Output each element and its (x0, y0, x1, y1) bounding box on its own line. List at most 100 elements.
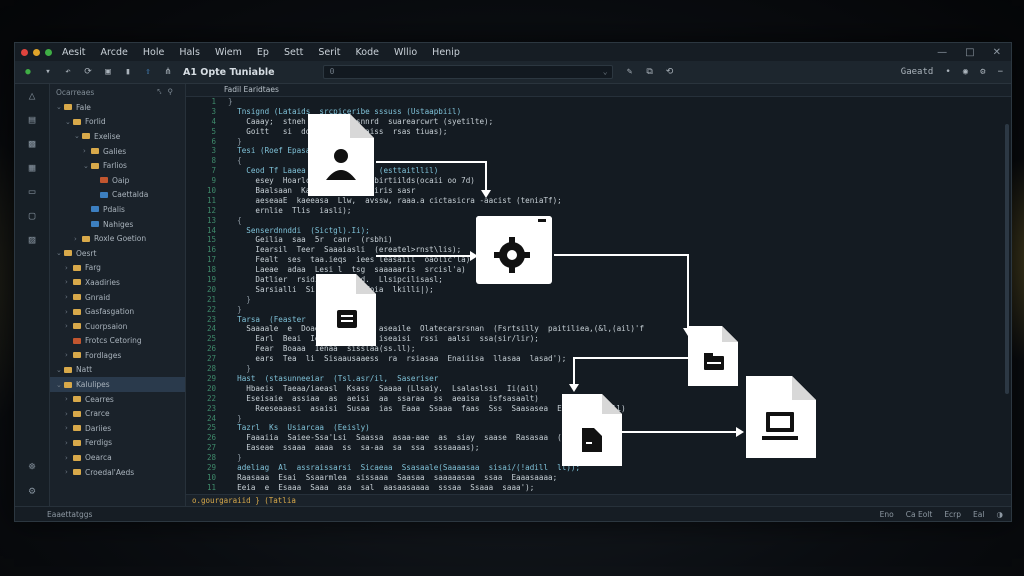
chevron-right-icon[interactable]: › (74, 235, 82, 243)
chevron-right-icon[interactable]: › (65, 322, 73, 330)
tree-item[interactable]: › Cuorpsaion (50, 319, 185, 334)
database-icon[interactable]: ▤ (15, 108, 49, 132)
code-line[interactable]: Earl Beai Iesaaaa aaie iseaisi rssi aals… (228, 334, 997, 344)
chevron-down-icon[interactable]: ⌄ (83, 162, 91, 170)
status-item[interactable]: Ecrp (944, 510, 961, 519)
restore-icon[interactable]: □ (965, 47, 974, 58)
menu-item[interactable]: Hals (179, 47, 200, 58)
menu-item[interactable]: Serit (318, 47, 340, 58)
tree-item[interactable]: › Cearres (50, 392, 185, 407)
tree-item[interactable]: ⌄ Fale (50, 100, 185, 115)
tree-item[interactable]: › Xaadiries (50, 275, 185, 290)
explorer-icon[interactable]: △ (15, 84, 49, 108)
tree-item[interactable]: › Croedal'Aeds (50, 465, 185, 480)
chevron-right-icon[interactable]: › (83, 147, 91, 155)
minimize-icon[interactable]: — (937, 47, 947, 58)
tree-item[interactable]: › Gasfasgation (50, 304, 185, 319)
tree-item[interactable]: Caettalda (50, 188, 185, 203)
chevron-right-icon[interactable]: › (65, 454, 73, 462)
code-line[interactable]: aeseaaE kaeeasa Llw, avssw, raaa.a cicta… (228, 196, 997, 206)
settings-icon[interactable]: ⚙ (15, 479, 49, 503)
chevron-right-icon[interactable]: › (65, 468, 73, 476)
code-line[interactable]: Fear Boaaa Ienaa sisslaa(ss.ll); (228, 344, 997, 354)
chevron-down-icon[interactable]: ⌄ (603, 66, 608, 78)
tree-item[interactable]: › Ferdigs (50, 436, 185, 451)
code-line[interactable]: Easeae ssaaa aaaa ss sa-aa sa ssa sssaaa… (228, 443, 997, 453)
profile-label[interactable]: Gaeatd (901, 67, 934, 77)
code-line[interactable]: Hast (stasunneeiar (Tsl.asr/il, Saserise… (228, 374, 997, 384)
tree-item[interactable]: ⌄ Farlios (50, 158, 185, 173)
menu-item[interactable]: Aesit (62, 47, 86, 58)
menu-item[interactable]: Kode (356, 47, 379, 58)
debug-icon[interactable]: ▢ (15, 204, 49, 228)
tree-item[interactable]: › Crarce (50, 406, 185, 421)
code-line[interactable]: { (228, 156, 997, 166)
code-line[interactable]: Tarsa (Feaster (Stilaz, (228, 315, 997, 325)
search-input[interactable]: 0 ⌄ (322, 65, 613, 79)
chevron-right-icon[interactable]: › (65, 395, 73, 403)
editor-tab[interactable]: Fadil Earidtaes (186, 84, 1011, 97)
chevron-right-icon[interactable]: › (65, 410, 73, 418)
status-item[interactable]: Ca Eolt (906, 510, 933, 519)
tree-item[interactable]: Pdalis (50, 202, 185, 217)
upload-icon[interactable]: ⇧ (141, 67, 155, 77)
tree-item[interactable]: Oaip (50, 173, 185, 188)
chevron-down-icon[interactable]: ⌄ (56, 249, 64, 257)
code-line[interactable]: Senserdnnddi (Sictgl).Ii); (228, 226, 997, 236)
code-line[interactable]: ears Tea li Sisaausaaess ra rsiasaa Enai… (228, 354, 997, 364)
code-line[interactable]: Iearsil Teer Saaaiasli (ereatel>rnst\lis… (228, 245, 997, 255)
chevron-down-icon[interactable]: ⌄ (56, 103, 64, 111)
code-line[interactable]: Eseisaie assiaa as aeisi aa ssaraa ss ae… (228, 394, 997, 404)
code-line[interactable]: } (228, 364, 997, 374)
tree-item[interactable]: ⌄ Exelise (50, 129, 185, 144)
code-line[interactable]: } (228, 295, 997, 305)
chevron-down-icon[interactable]: ⌄ (74, 132, 82, 140)
code-editor[interactable]: Fadil Earidtaes 1 3 4 5 6 3 8 7 9 10 11 12 13 14 15 16 1… (186, 84, 1011, 507)
code-line[interactable]: Saaaale e Doaea (ssrrrse aseaile Olateca… (228, 324, 997, 334)
chevron-right-icon[interactable]: › (65, 424, 73, 432)
save-icon[interactable]: ▣ (101, 67, 115, 77)
copy-icon[interactable]: ⧉ (643, 67, 657, 77)
code-line[interactable]: Reeseaaasi asaisi Susaa ias Eaaa Ssaaa f… (228, 404, 997, 414)
tree-item[interactable]: ⌄ Forlid (50, 115, 185, 130)
chevron-down-icon[interactable]: ⌄ (56, 366, 64, 374)
bell-icon[interactable]: ◑ (996, 510, 1003, 519)
tree-item[interactable]: ⌄ Natt (50, 363, 185, 378)
tree-item[interactable]: Frotcs Cetoring (50, 334, 185, 349)
code-line[interactable]: } (228, 305, 997, 315)
grid-icon[interactable]: ▦ (15, 156, 49, 180)
code-line[interactable]: } (228, 414, 997, 424)
code-line[interactable]: ernlie Tlis iasli); (228, 206, 997, 216)
code-line[interactable]: } (228, 97, 997, 107)
maximize-dot-icon[interactable] (45, 48, 52, 56)
tree-item[interactable]: › Fordlages (50, 348, 185, 363)
code-area[interactable]: } Tnsignd (Lataids srcpiceribe sssuss (U… (228, 97, 997, 495)
undo-icon[interactable]: ↶ (61, 67, 75, 77)
close-icon[interactable]: ✕ (993, 47, 1001, 58)
branch-icon[interactable]: ⋔ (161, 67, 175, 77)
tree-item[interactable]: › Farg (50, 261, 185, 276)
terminal-icon[interactable]: ▨ (15, 228, 49, 252)
code-line[interactable]: Caaay; stneh wass lesnnrd suarearcwrt (s… (228, 117, 997, 127)
code-line[interactable]: Faaaiia Saiee-Ssa'Lsi Saassa asaa-aae as… (228, 433, 997, 443)
code-line[interactable]: { (228, 216, 997, 226)
code-line[interactable]: Ceod Tf Laaea aRGs ixcaisd (esttaitllil) (228, 166, 997, 176)
chevron-right-icon[interactable]: › (65, 351, 73, 359)
vertical-scrollbar[interactable] (1005, 124, 1009, 394)
code-line[interactable]: Goitt si ddaais sss.ssiaiss rsas tiuas); (228, 127, 997, 137)
chevron-right-icon[interactable]: › (65, 439, 73, 447)
code-line[interactable]: esey Hoarlc aeaisd, rabirtiilds(ocaii oo… (228, 176, 997, 186)
chevron-right-icon[interactable]: › (65, 308, 73, 316)
edit-icon[interactable]: ✎ (623, 67, 637, 77)
menu-item[interactable]: Henip (432, 47, 460, 58)
run-icon[interactable]: ● (21, 67, 35, 77)
code-line[interactable]: Eeia e Esaaa Saaa asa sal aasaasaaaa sss… (228, 483, 997, 493)
globe-icon[interactable]: ◉ (963, 67, 968, 77)
close-dot-icon[interactable] (21, 48, 28, 56)
code-line[interactable]: Tesi (Roef Epasalial: (228, 146, 997, 156)
explorer-actions-icon[interactable]: ⤣⚲ (157, 87, 179, 97)
chevron-down-icon[interactable]: ⌄ (65, 118, 73, 126)
code-line[interactable]: Fealt ses taa.ieqs iees leasaiil oaolic'… (228, 255, 997, 265)
code-line[interactable]: Raasaaa Esai Ssaarmlea sissaaa Saasaa sa… (228, 473, 997, 483)
code-line[interactable]: adeliag Al assraissarsi Sicaeaa Ssasaale… (228, 463, 997, 473)
